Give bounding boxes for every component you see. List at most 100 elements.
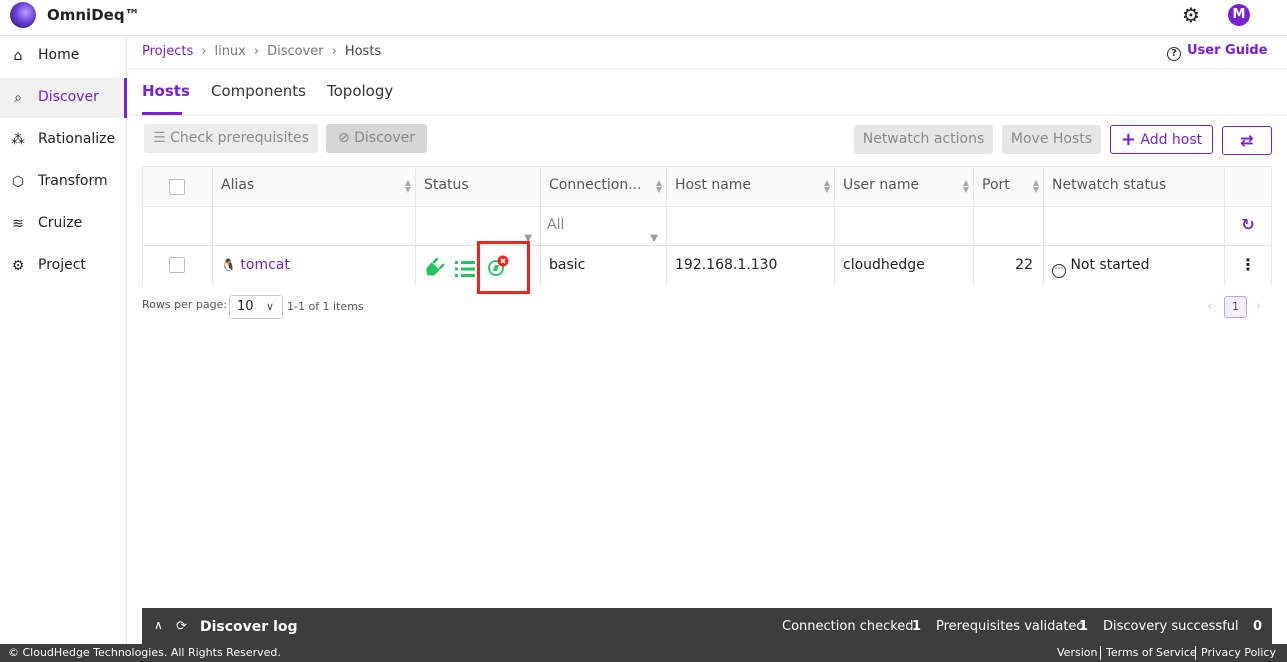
copyright: © CloudHedge Technologies. All Rights Re… — [8, 646, 281, 659]
chevron-down-icon: ∨ — [265, 300, 274, 313]
header-port[interactable]: Port ▲ ▼ — [973, 167, 1043, 206]
sidebar-item-label: Discover — [38, 89, 99, 105]
hosts-table: Alias ▲ ▼ Status Connection... ▲ ▼ Host name… — [142, 166, 1272, 285]
host-name-cell: 192.168.1.130 — [666, 245, 834, 285]
check-prerequisites-button[interactable]: ☰ Check prerequisites — [144, 124, 318, 153]
move-hosts-button[interactable]: Move Hosts — [1002, 125, 1101, 154]
cube-icon: ⬡ — [11, 174, 25, 190]
sort-icon[interactable]: ▲ ▼ — [1033, 179, 1039, 194]
header-host-name[interactable]: Host name ▲ ▼ — [666, 167, 834, 206]
footer-link-terms[interactable]: Terms of Service — [1106, 644, 1197, 662]
user-name-cell: cloudhedge — [834, 245, 973, 285]
discover-log-title[interactable]: Discover log — [200, 619, 298, 635]
omnideq-logo[interactable] — [10, 2, 36, 28]
header-user-name[interactable]: User name ▲ ▼ — [834, 167, 973, 206]
stat-label: Connection checked — [782, 619, 914, 634]
sidebar-item-transform[interactable]: ⬡ Transform — [0, 162, 127, 202]
header-label: Connection... — [549, 177, 642, 193]
tab-topology[interactable]: Topology — [327, 82, 393, 100]
discover-button[interactable]: ⊘ Discover — [326, 124, 427, 153]
breadcrumb-linux[interactable]: linux — [214, 44, 245, 59]
alias-cell: 🐧 tomcat — [212, 245, 415, 285]
sidebar-item-label: Transform — [38, 173, 108, 189]
chevron-right-icon: › — [253, 44, 260, 59]
netwatch-filter-input[interactable] — [1043, 206, 1224, 244]
sidebar-item-label: Home — [38, 47, 80, 63]
divider — [128, 68, 1287, 69]
netwatch-actions-button[interactable]: Netwatch actions — [854, 125, 993, 154]
connection-filter[interactable]: All ▼ — [540, 206, 666, 244]
page-number-button[interactable]: 1 — [1224, 296, 1247, 318]
pagination-range: 1-1 of 1 items — [287, 300, 364, 313]
header-netwatch-status: Netwatch status — [1043, 167, 1224, 206]
footer: © CloudHedge Technologies. All Rights Re… — [0, 644, 1287, 662]
footer-link-version[interactable]: Version — [1057, 644, 1097, 662]
rows-per-page-label: Rows per page: — [142, 298, 228, 311]
header-select-all — [143, 167, 212, 206]
stat-value: 1 — [912, 619, 922, 634]
stat-value: 1 — [1079, 619, 1089, 634]
sort-icon[interactable]: ▲ ▼ — [963, 179, 969, 194]
header-label: Port — [982, 177, 1010, 193]
port-filter-input[interactable] — [973, 206, 1043, 244]
highlight-box — [477, 241, 530, 294]
host-name-filter-input[interactable] — [666, 206, 834, 244]
next-page-icon[interactable]: › — [1256, 299, 1261, 314]
divider — [128, 115, 1287, 116]
prerequisites-list-icon[interactable] — [454, 256, 476, 277]
user-name-filter-input[interactable] — [834, 206, 973, 244]
breadcrumb-discover[interactable]: Discover — [267, 44, 324, 59]
breadcrumb-hosts: Hosts — [344, 44, 382, 59]
add-host-label: Add host — [1140, 132, 1203, 148]
sidebar: ⌂ Home ⌕ Discover ⁂ Rationalize ⬡ Transf… — [0, 36, 127, 644]
sort-icon[interactable]: ▲ ▼ — [824, 179, 830, 194]
brand-name: OmniDeq™ — [47, 6, 140, 24]
refresh-button[interactable]: ⇄ — [1222, 126, 1272, 155]
header-alias[interactable]: Alias ▲ ▼ — [212, 167, 415, 206]
breadcrumb-projects[interactable]: Projects — [142, 44, 193, 59]
footer-link-privacy[interactable]: Privacy Policy — [1201, 644, 1276, 662]
sidebar-item-discover[interactable]: ⌕ Discover — [0, 78, 127, 118]
row-actions-menu-icon[interactable]: ⋮ — [1224, 245, 1271, 285]
settings-gear-icon[interactable]: ⚙ — [1182, 5, 1202, 25]
status-filter[interactable]: ▼ — [415, 206, 540, 244]
add-host-button[interactable]: + Add host — [1110, 125, 1213, 154]
tab-components[interactable]: Components — [211, 82, 306, 100]
chevron-right-icon: › — [331, 44, 337, 59]
stat-value: 0 — [1253, 619, 1263, 634]
select-all-checkbox[interactable] — [169, 179, 185, 195]
stat-label: Discovery successful — [1103, 619, 1239, 634]
chevron-up-icon[interactable]: ∧ — [154, 618, 163, 632]
host-alias-link[interactable]: tomcat — [240, 257, 289, 273]
log-history-icon: ⟳ — [176, 619, 187, 634]
sidebar-item-label: Rationalize — [38, 131, 116, 147]
reset-filters-icon[interactable]: ↻ — [1224, 206, 1271, 244]
sort-icon[interactable]: ▲ ▼ — [656, 179, 662, 194]
top-bar: OmniDeq™ ⚙ M — [0, 0, 1287, 36]
sidebar-item-project[interactable]: ⚙ Project — [0, 246, 127, 286]
tab-hosts[interactable]: Hosts — [142, 82, 190, 100]
header-actions — [1224, 167, 1271, 206]
sidebar-item-cruize[interactable]: ≋ Cruize — [0, 204, 127, 244]
sort-icon[interactable]: ▲ ▼ — [405, 179, 411, 194]
row-checkbox[interactable] — [169, 257, 185, 273]
prev-page-icon[interactable]: ‹ — [1207, 299, 1212, 314]
header-label: Netwatch status — [1052, 177, 1167, 193]
sidebar-item-rationalize[interactable]: ⁂ Rationalize — [0, 120, 127, 160]
footer-divider — [1100, 646, 1101, 660]
header-connection[interactable]: Connection... ▲ ▼ — [540, 167, 666, 206]
rationalize-icon: ⁂ — [11, 132, 25, 148]
user-guide-link[interactable]: ? User Guide — [1167, 43, 1268, 61]
connection-plug-icon[interactable] — [424, 255, 446, 277]
not-started-icon: ⋯ — [1052, 264, 1066, 278]
sidebar-item-home[interactable]: ⌂ Home — [0, 36, 127, 76]
check-prerequisites-label: Check prerequisites — [170, 130, 309, 146]
user-avatar[interactable]: M — [1228, 4, 1250, 26]
alias-filter-input[interactable] — [212, 206, 415, 244]
chevron-right-icon: › — [201, 44, 207, 59]
sidebar-item-label: Cruize — [38, 215, 83, 231]
gear-icon: ⚙ — [11, 258, 25, 274]
help-icon: ? — [1167, 47, 1181, 61]
rows-per-page-select[interactable]: 10 ∨ — [229, 295, 283, 319]
discover-log-panel: ∧ ⟳ Discover log Connection checked 1 Pr… — [142, 608, 1272, 644]
